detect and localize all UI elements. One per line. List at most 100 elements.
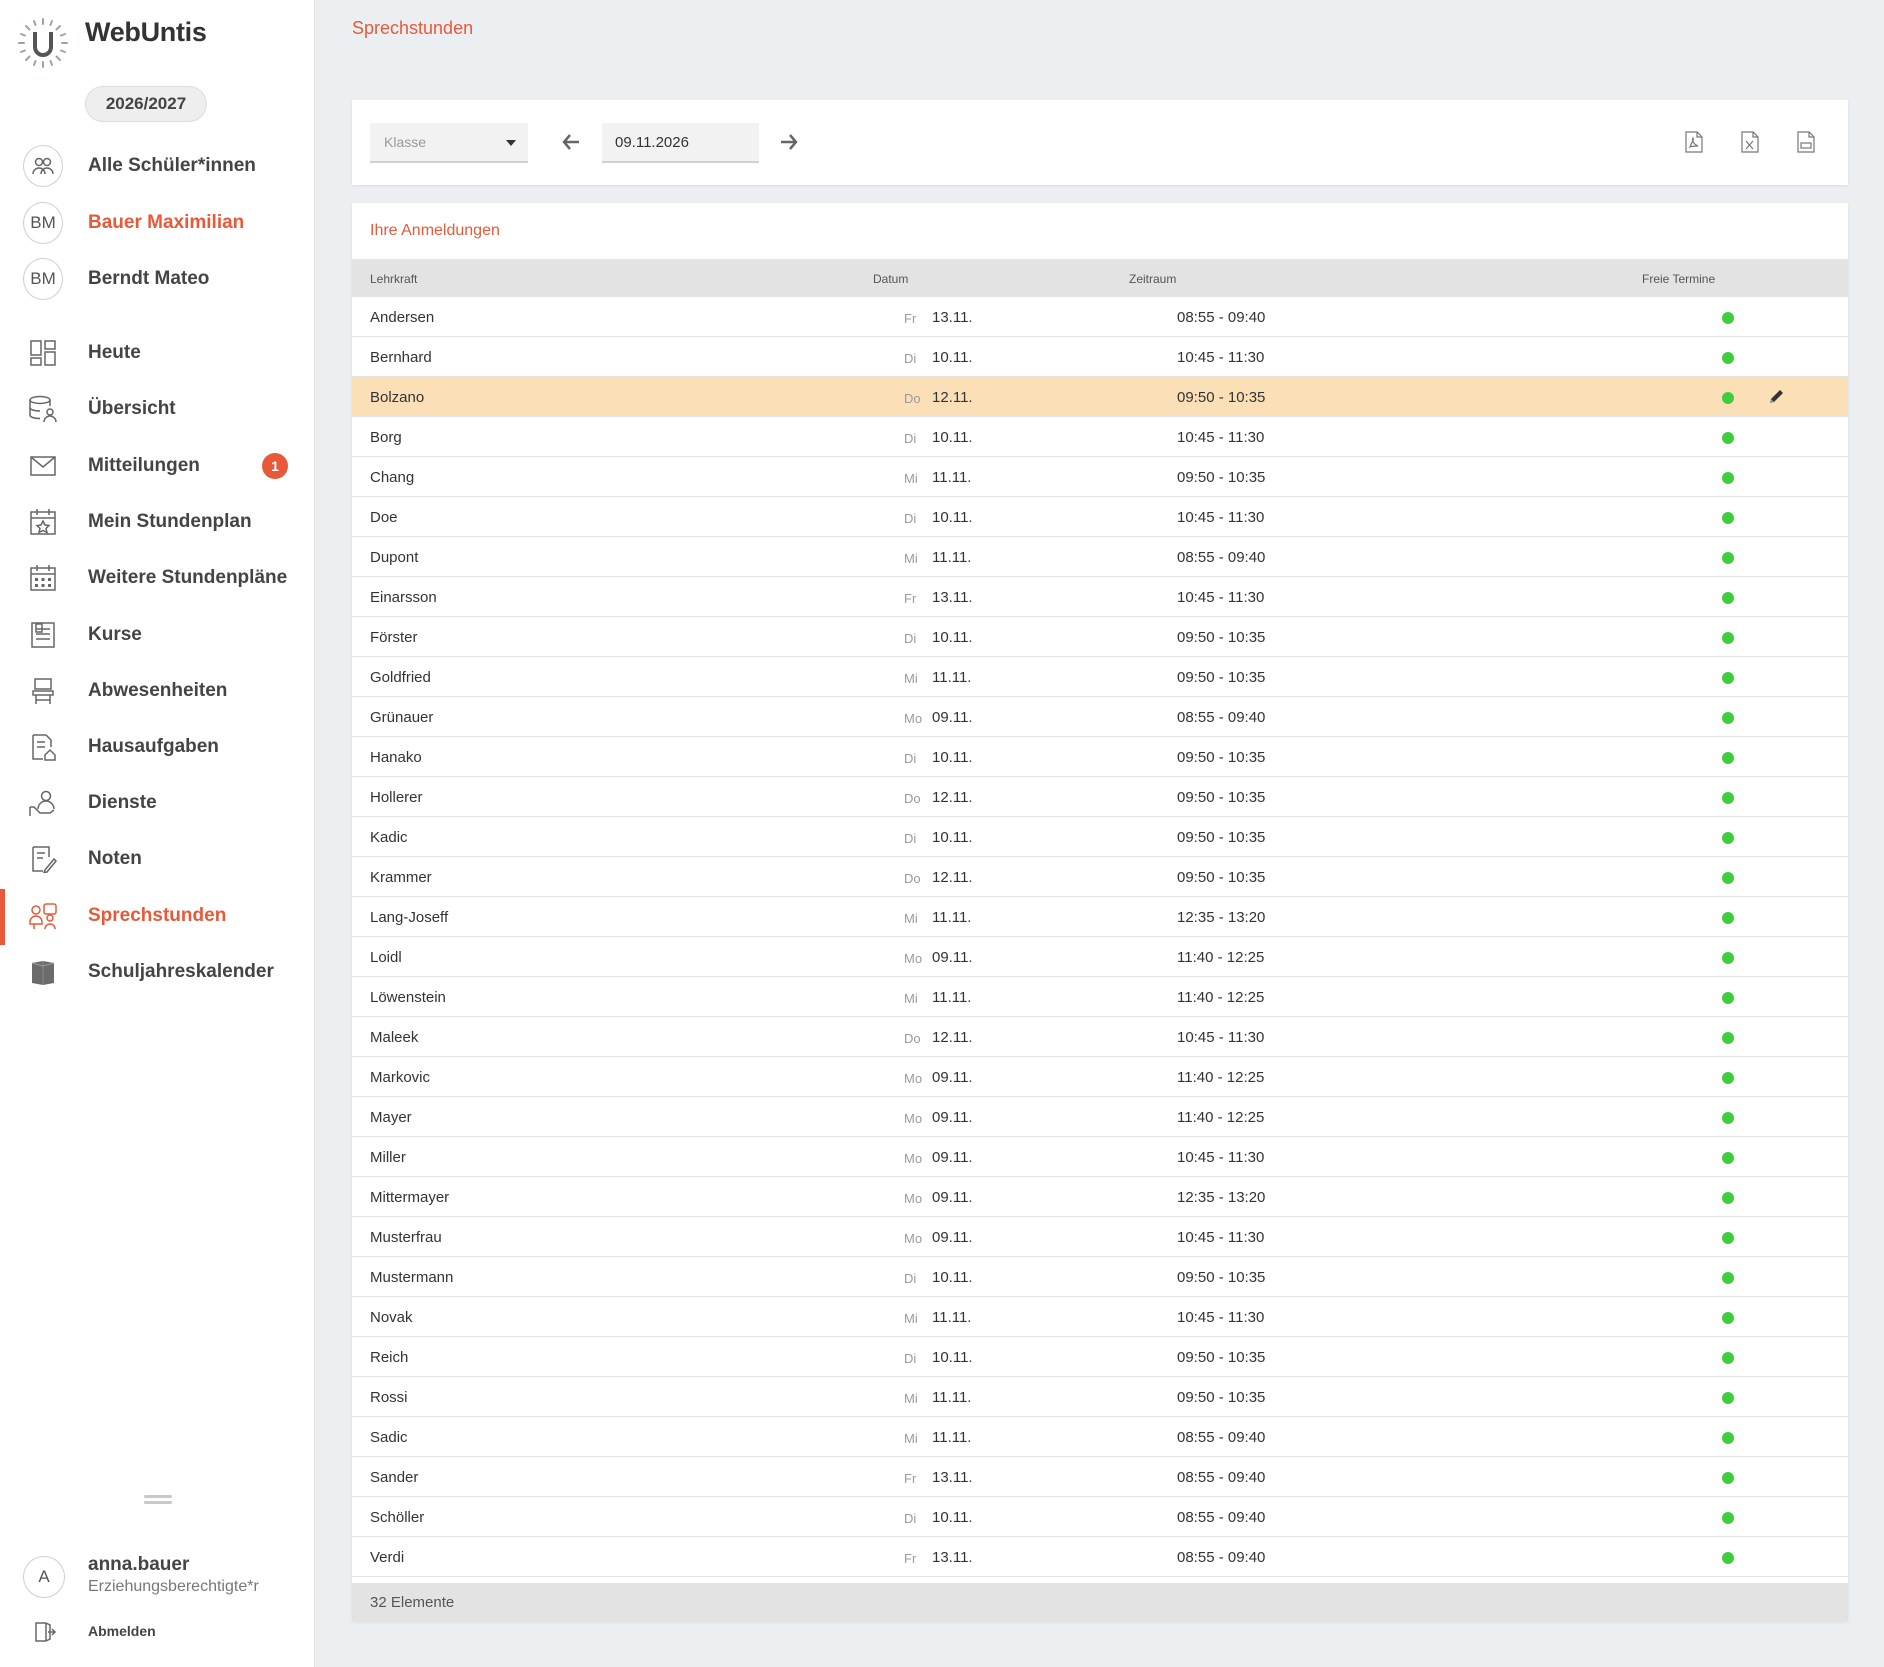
table-row[interactable]: Sander Fr 13.11. 08:55 - 09:40 [352,1457,1848,1497]
teacher-name: Bolzano [370,389,425,406]
course-list-icon [23,615,63,655]
sidebar-item-kurse[interactable]: Kurse [0,611,315,659]
pencil-edit-icon[interactable] [1766,387,1786,407]
sidebar-item-mitteilungen[interactable]: Mitteilungen 1 [0,442,315,490]
sidebar-item-uebersicht[interactable]: Übersicht [0,385,315,433]
table-row[interactable]: Miller Mo 09.11. 10:45 - 11:30 [352,1137,1848,1177]
timeslot: 12:35 - 13:20 [1177,909,1266,926]
teacher-name: Borg [370,429,402,446]
class-select[interactable]: Klasse [370,123,528,163]
column-header-date[interactable]: Datum [873,272,908,286]
teacher-name: Andersen [370,309,435,326]
column-header-timeslot[interactable]: Zeitraum [1129,272,1176,286]
table-row[interactable]: Verdi Fr 13.11. 08:55 - 09:40 [352,1537,1848,1577]
sidebar-item-hausaufgaben[interactable]: Hausaufgaben [0,723,315,771]
free-slot-status-icon [1722,792,1734,804]
sidebar-item-all-students[interactable]: Alle Schüler*innen [0,142,315,190]
sidebar-item-bauer-maximilian[interactable]: BM Bauer Maximilian [0,199,315,247]
sidebar-item-heute[interactable]: Heute [0,329,315,377]
date: 10.11. [932,1509,973,1526]
table-row[interactable]: Doe Di 10.11. 10:45 - 11:30 [352,497,1848,537]
table-row[interactable]: Rossi Mi 11.11. 09:50 - 10:35 [352,1377,1848,1417]
sidebar-item-label: Noten [88,848,142,869]
table-row[interactable]: Goldfried Mi 11.11. 09:50 - 10:35 [352,657,1848,697]
table-row[interactable]: Novak Mi 11.11. 10:45 - 11:30 [352,1297,1848,1337]
table-row[interactable]: Loidl Mo 09.11. 11:40 - 12:25 [352,937,1848,977]
date: 10.11. [932,509,973,526]
weekday: Do [904,871,921,886]
date-input[interactable]: 09.11.2026 [602,123,759,163]
previous-date-button[interactable] [559,130,583,154]
timeslot: 09:50 - 10:35 [1177,1349,1266,1366]
export-pdf-button[interactable] [1680,128,1708,156]
table-row[interactable]: Borg Di 10.11. 10:45 - 11:30 [352,417,1848,457]
sidebar-item-schuljahreskalender[interactable]: Schuljahreskalender [0,948,315,996]
table-header: Lehrkraft Datum Zeitraum Freie Termine [352,259,1848,297]
teacher-name: Markovic [370,1069,431,1086]
sidebar-item-berndt-mateo[interactable]: BM Berndt Mateo [0,255,315,303]
timeslot: 08:55 - 09:40 [1177,709,1266,726]
column-header-teacher[interactable]: Lehrkraft [370,272,417,286]
table-row[interactable]: Dupont Mi 11.11. 08:55 - 09:40 [352,537,1848,577]
table-row[interactable]: Mayer Mo 09.11. 11:40 - 12:25 [352,1097,1848,1137]
table-row[interactable]: Sadic Mi 11.11. 08:55 - 09:40 [352,1417,1848,1457]
export-excel-button[interactable] [1736,128,1764,156]
date: 13.11. [932,1469,973,1486]
timeslot: 11:40 - 12:25 [1177,949,1265,966]
date: 11.11. [932,1309,972,1326]
table-row[interactable]: Einarsson Fr 13.11. 10:45 - 11:30 [352,577,1848,617]
sidebar-item-weitere-stundenplaene[interactable]: Weitere Stundenpläne [0,554,315,602]
table-row[interactable]: Schöller Di 10.11. 08:55 - 09:40 [352,1497,1848,1537]
table-row[interactable]: Mittermayer Mo 09.11. 12:35 - 13:20 [352,1177,1848,1217]
sidebar-item-label: Abwesenheiten [88,680,228,701]
table-row[interactable]: Löwenstein Mi 11.11. 11:40 - 12:25 [352,977,1848,1017]
book-calendar-icon [23,952,63,992]
weekday: Di [904,831,917,846]
table-row[interactable]: Krammer Do 12.11. 09:50 - 10:35 [352,857,1848,897]
arrow-right-icon [781,134,798,150]
timeslot: 10:45 - 11:30 [1177,1309,1265,1326]
table-row[interactable]: Bernhard Di 10.11. 10:45 - 11:30 [352,337,1848,377]
free-slot-status-icon [1722,752,1734,764]
free-slot-status-icon [1722,632,1734,644]
sidebar-item-sprechstunden[interactable]: Sprechstunden [0,889,315,945]
sidebar-item-mein-stundenplan[interactable]: Mein Stundenplan [0,498,315,546]
teacher-name: Goldfried [370,669,431,686]
free-slot-status-icon [1722,1512,1734,1524]
table-row[interactable]: Kadic Di 10.11. 09:50 - 10:35 [352,817,1848,857]
table-row[interactable]: Reich Di 10.11. 09:50 - 10:35 [352,1337,1848,1377]
school-year-selector[interactable]: 2026/2027 [85,86,207,122]
free-slot-status-icon [1722,1112,1734,1124]
date: 10.11. [932,629,973,646]
sidebar-item-dienste[interactable]: Dienste [0,779,315,827]
free-slot-status-icon [1722,1552,1734,1564]
table-row[interactable]: Grünauer Mo 09.11. 08:55 - 09:40 [352,697,1848,737]
table-row[interactable]: Mustermann Di 10.11. 09:50 - 10:35 [352,1257,1848,1297]
free-slot-status-icon [1722,1032,1734,1044]
table-row[interactable]: Musterfrau Mo 09.11. 10:45 - 11:30 [352,1217,1848,1257]
teacher-name: Musterfrau [370,1229,442,1246]
column-header-free-slots[interactable]: Freie Termine [1642,272,1715,286]
table-row[interactable]: Bolzano Do 12.11. 09:50 - 10:35 [352,377,1848,417]
table-row[interactable]: Andersen Fr 13.11. 08:55 - 09:40 [352,297,1848,337]
table-row[interactable]: Lang-Joseff Mi 11.11. 12:35 - 13:20 [352,897,1848,937]
date: 10.11. [932,349,973,366]
table-row[interactable]: Maleek Do 12.11. 10:45 - 11:30 [352,1017,1848,1057]
logout-button[interactable]: Abmelden [0,1614,315,1646]
table-row[interactable]: Markovic Mo 09.11. 11:40 - 12:25 [352,1057,1848,1097]
webuntis-logo-icon [18,18,68,68]
sidebar-item-abwesenheiten[interactable]: Abwesenheiten [0,667,315,715]
table-row[interactable]: Förster Di 10.11. 09:50 - 10:35 [352,617,1848,657]
date: 11.11. [932,909,972,926]
weekday: Mo [904,1111,923,1126]
date: 11.11. [932,989,972,1006]
next-date-button[interactable] [777,130,801,154]
export-csv-button[interactable] [1792,128,1820,156]
table-row[interactable]: Hollerer Do 12.11. 09:50 - 10:35 [352,777,1848,817]
sidebar-item-label: Alle Schüler*innen [88,155,256,176]
user-profile[interactable]: A anna.bauer Erziehungsberechtigte*r [0,1550,315,1620]
sidebar-item-noten[interactable]: Noten [0,835,315,883]
table-row[interactable]: Chang Mi 11.11. 09:50 - 10:35 [352,457,1848,497]
table-row[interactable]: Hanako Di 10.11. 09:50 - 10:35 [352,737,1848,777]
sidebar-resize-handle[interactable] [144,1495,172,1505]
